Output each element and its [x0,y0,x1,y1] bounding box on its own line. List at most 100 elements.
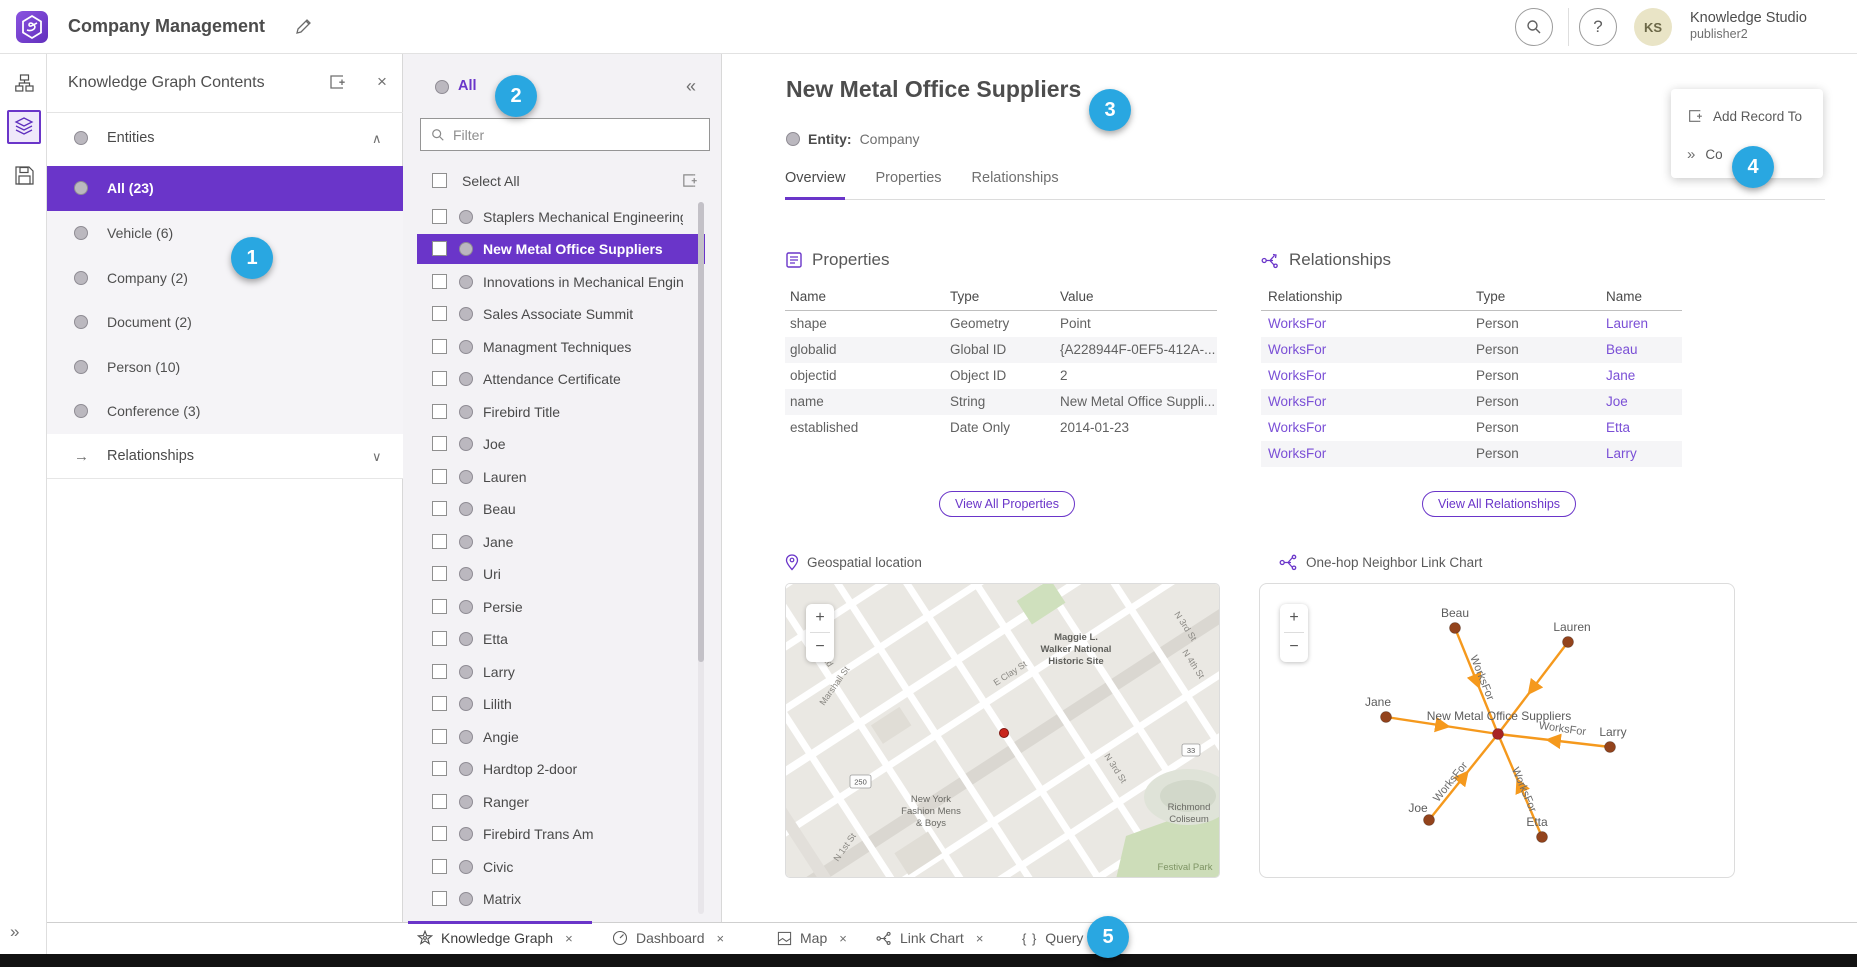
item-checkbox[interactable] [432,566,447,581]
list-item[interactable]: Lauren [403,462,722,492]
view-tab-query[interactable]: { } Query [1022,922,1083,954]
user-menu[interactable]: Knowledge Studio publisher2 [1690,9,1807,43]
entity-type-all[interactable]: All (23) [47,166,403,211]
select-all-checkbox[interactable] [432,173,447,188]
list-item-selected[interactable]: New Metal Office Suppliers [403,234,722,264]
entity-type-company[interactable]: Company (2) [47,256,403,301]
map-zoom-control[interactable]: + − [806,604,834,662]
item-checkbox[interactable] [432,826,447,841]
list-item[interactable]: Etta [403,624,722,654]
help-button[interactable]: ? [1579,8,1617,46]
app-logo-icon[interactable] [16,11,48,43]
item-checkbox[interactable] [432,794,447,809]
layers-icon[interactable] [7,110,41,144]
item-checkbox[interactable] [432,371,447,386]
list-item[interactable]: Innovations in Mechanical Engin... [403,267,722,297]
relationship-link[interactable]: WorksFor [1268,337,1326,363]
zoom-out-button[interactable]: − [806,633,834,661]
tab-relationships[interactable]: Relationships [972,158,1059,200]
relationship-link[interactable]: WorksFor [1268,389,1326,415]
view-tab-dashboard[interactable]: Dashboard × [612,922,724,954]
list-item[interactable]: Uri [403,559,722,589]
relationships-group-row[interactable]: → Relationships ∨ [47,434,403,479]
item-checkbox[interactable] [432,729,447,744]
entity-link[interactable]: Etta [1606,415,1630,441]
list-item[interactable]: Angie [403,722,722,752]
entity-link[interactable]: Jane [1606,363,1635,389]
list-item[interactable]: Attendance Certificate [403,364,722,394]
view-all-properties-button[interactable]: View All Properties [939,491,1075,517]
geospatial-map[interactable]: N 3rd St N 4th St N 3rd St E Clay St Mar… [785,583,1220,878]
item-checkbox[interactable] [432,696,447,711]
relationship-link[interactable]: WorksFor [1268,363,1326,389]
expand-rail-icon[interactable]: » [10,922,17,942]
link-chart[interactable]: WorksFor WorksFor WorksFor WorksFor Beau… [1259,583,1735,878]
entity-type-document[interactable]: Document (2) [47,300,403,345]
filter-input[interactable] [453,127,683,143]
item-checkbox[interactable] [432,306,447,321]
scrollbar-thumb[interactable] [698,202,704,662]
list-item[interactable]: Larry [403,657,722,687]
close-icon[interactable]: × [972,931,984,946]
chevron-up-icon[interactable]: ∧ [372,116,382,161]
entity-link[interactable]: Beau [1606,337,1638,363]
item-checkbox[interactable] [432,404,447,419]
view-tab-link-chart[interactable]: Link Chart × [876,922,983,954]
list-item[interactable]: Civic [403,852,722,882]
list-item[interactable]: Ranger [403,787,722,817]
item-checkbox[interactable] [432,501,447,516]
list-item[interactable]: Joe [403,429,722,459]
list-item[interactable]: Firebird Title [403,397,722,427]
item-checkbox[interactable] [432,761,447,776]
item-checkbox[interactable] [432,599,447,614]
select-all-row[interactable]: Select All [403,166,722,196]
entities-group-row[interactable]: Entities ∧ [47,116,403,161]
entity-type-person[interactable]: Person (10) [47,345,403,390]
item-checkbox[interactable] [432,631,447,646]
item-checkbox[interactable] [432,274,447,289]
list-item[interactable]: Beau [403,494,722,524]
item-checkbox[interactable] [432,241,447,256]
item-checkbox[interactable] [432,339,447,354]
zoom-in-button[interactable]: + [806,604,834,632]
entity-type-vehicle[interactable]: Vehicle (6) [47,211,403,256]
list-item[interactable]: Persie [403,592,722,622]
entity-link[interactable]: Lauren [1606,311,1648,337]
item-checkbox[interactable] [432,664,447,679]
entity-link[interactable]: Joe [1606,389,1628,415]
item-checkbox[interactable] [432,209,447,224]
view-tab-knowledge-graph[interactable]: Knowledge Graph × [417,922,573,954]
search-button[interactable] [1515,8,1553,46]
save-icon[interactable] [7,158,41,192]
chevron-down-icon[interactable]: ∨ [372,434,382,479]
edit-title-icon[interactable] [293,17,313,37]
list-item[interactable]: Lilith [403,689,722,719]
close-icon[interactable]: × [835,931,847,946]
entity-link[interactable]: Larry [1606,441,1637,467]
entity-type-conference[interactable]: Conference (3) [47,389,403,434]
close-icon[interactable]: × [561,931,573,946]
list-item[interactable]: Staplers Mechanical Engineering [403,202,722,232]
tab-properties[interactable]: Properties [875,158,941,200]
item-checkbox[interactable] [432,469,447,484]
item-checkbox[interactable] [432,859,447,874]
chart-zoom-control[interactable]: + − [1280,604,1308,662]
list-item[interactable]: Managment Techniques [403,332,722,362]
add-record-icon[interactable] [328,73,346,91]
zoom-in-button[interactable]: + [1280,604,1308,632]
hierarchy-icon[interactable] [7,66,41,100]
avatar[interactable]: KS [1634,8,1672,46]
zoom-out-button[interactable]: − [1280,633,1308,661]
list-item[interactable]: Matrix [403,884,722,914]
menu-item-add-record-to[interactable]: Add Record To [1671,99,1823,133]
list-item[interactable]: Hardtop 2-door [403,754,722,784]
list-item[interactable]: Jane [403,527,722,557]
view-tab-map[interactable]: Map × [777,922,847,954]
add-record-icon[interactable] [681,172,698,189]
item-checkbox[interactable] [432,534,447,549]
tab-overview[interactable]: Overview [785,158,845,200]
view-all-relationships-button[interactable]: View All Relationships [1422,491,1576,517]
relationship-link[interactable]: WorksFor [1268,441,1326,467]
relationship-link[interactable]: WorksFor [1268,415,1326,441]
close-icon[interactable]: × [713,931,725,946]
